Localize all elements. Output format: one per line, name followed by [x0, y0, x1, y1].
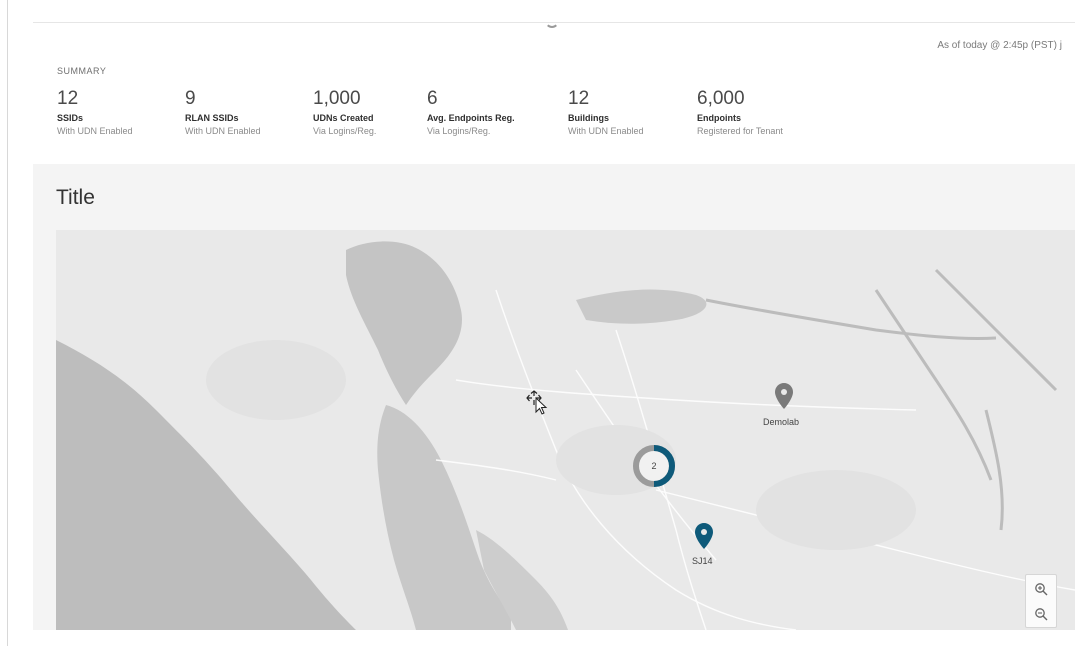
map-pin-icon[interactable]	[694, 522, 714, 550]
as-of-timestamp: As of today @ 2:45p (PST) j	[937, 40, 1062, 51]
zoom-in-icon	[1035, 583, 1048, 596]
zoom-out-button[interactable]	[1026, 601, 1056, 627]
summary-label: SUMMARY	[57, 66, 107, 76]
stat-udns-created: 1,000 UDNs Created Via Logins/Reg.	[313, 88, 376, 136]
stat-subtitle: With UDN Enabled	[568, 126, 644, 136]
stat-value: 6	[427, 88, 438, 109]
stat-buildings: 12 Buildings With UDN Enabled	[568, 88, 644, 136]
marker-label-demolab: Demolab	[763, 417, 800, 427]
marker-label-sj14: SJ14	[692, 556, 713, 566]
stat-name: Avg. Endpoints Reg.	[427, 113, 515, 123]
marker-cluster[interactable]: 2	[631, 443, 677, 489]
move-cursor-icon	[526, 390, 548, 415]
stat-subtitle: With UDN Enabled	[57, 126, 133, 136]
stat-name: Buildings	[568, 113, 609, 123]
stat-value: 9	[185, 88, 196, 109]
stat-subtitle: Registered for Tenant	[697, 126, 783, 136]
zoom-controls	[1025, 574, 1057, 628]
stat-name: UDNs Created	[313, 113, 374, 123]
summary-section: SUMMARY 12 SSIDs With UDN Enabled 9 RLAN…	[33, 60, 1075, 164]
map-panel: Title Demolab 2 SJ14	[33, 164, 1075, 630]
app-window: As of today @ 2:45p (PST) j SUMMARY 12 S…	[0, 0, 1075, 646]
stat-value: 12	[57, 88, 79, 109]
map-pin-icon[interactable]	[774, 382, 794, 410]
stat-subtitle: With UDN Enabled	[185, 126, 261, 136]
zoom-in-button[interactable]	[1026, 576, 1056, 602]
stat-value: 6,000	[697, 88, 745, 109]
stat-subtitle: Via Logins/Reg.	[313, 126, 377, 136]
stat-rlan-ssids: 9 RLAN SSIDs With UDN Enabled	[185, 88, 261, 136]
stat-name: RLAN SSIDs	[185, 113, 239, 123]
stat-name: Endpoints	[697, 113, 741, 123]
stat-value: 1,000	[313, 88, 361, 109]
stat-value: 12	[568, 88, 590, 109]
map-canvas[interactable]: Demolab 2 SJ14	[56, 230, 1075, 630]
stat-subtitle: Via Logins/Reg.	[427, 126, 491, 136]
loading-spinner-icon	[545, 14, 559, 28]
cluster-count: 2	[651, 461, 657, 471]
window-edge	[7, 0, 8, 646]
zoom-out-icon	[1035, 608, 1048, 621]
stat-ssids: 12 SSIDs With UDN Enabled	[57, 88, 133, 136]
stat-name: SSIDs	[57, 113, 84, 123]
map-basemap	[56, 230, 1075, 630]
panel-title: Title	[56, 186, 95, 209]
stat-avg-endpoints: 6 Avg. Endpoints Reg. Via Logins/Reg.	[427, 88, 515, 136]
stat-endpoints: 6,000 Endpoints Registered for Tenant	[697, 88, 783, 136]
